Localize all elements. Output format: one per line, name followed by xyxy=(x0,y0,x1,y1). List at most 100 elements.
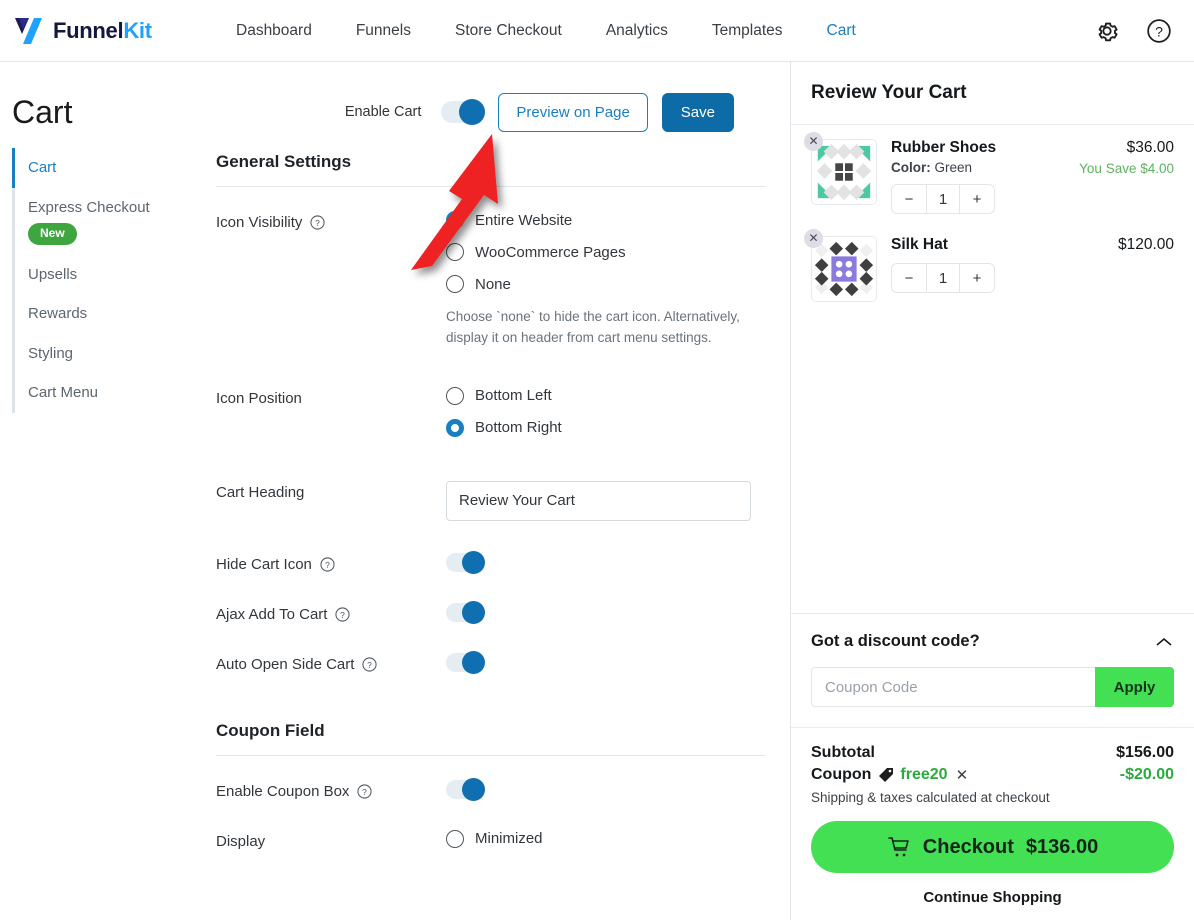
page-title: Cart xyxy=(12,94,72,131)
settings-sidebar: Cart Express Checkout New Upsells Reward… xyxy=(12,140,204,888)
cart-item: ✕ xyxy=(811,139,1174,214)
help-icon[interactable]: ? xyxy=(335,607,350,622)
coupon-discount-value: -$20.00 xyxy=(1120,766,1174,784)
discount-header[interactable]: Got a discount code? xyxy=(811,632,1174,651)
cart-preview-panel: Review Your Cart ✕ xyxy=(790,62,1194,920)
save-button[interactable]: Save xyxy=(662,93,734,132)
coupon-code-applied: free20 xyxy=(900,766,947,784)
nav-item-store-checkout[interactable]: Store Checkout xyxy=(455,16,562,46)
product-placeholder-green-icon xyxy=(811,139,877,205)
enable-coupon-box-toggle[interactable] xyxy=(446,780,484,799)
subtotal-row: Subtotal $156.00 xyxy=(811,744,1174,762)
radio-bottom-right[interactable]: Bottom Right xyxy=(446,419,766,437)
remove-item-icon[interactable]: ✕ xyxy=(804,132,823,151)
row-ajax-add-to-cart: Ajax Add To Cart ? xyxy=(216,603,766,623)
hide-cart-icon-field xyxy=(446,553,766,572)
divider xyxy=(216,186,766,187)
sidebar-item-upsells[interactable]: Upsells xyxy=(12,255,204,295)
page-header-actions: Enable Cart Preview on Page Save xyxy=(345,93,734,132)
sidebar-item-express-checkout[interactable]: Express Checkout New xyxy=(12,188,204,255)
product-thumbnail-wrapper: ✕ xyxy=(811,139,877,214)
sidebar-item-rewards[interactable]: Rewards xyxy=(12,294,204,334)
settings-content: Cart Express Checkout New Upsells Reward… xyxy=(0,140,790,888)
product-name[interactable]: Rubber Shoes xyxy=(891,139,1065,157)
toggle-knob xyxy=(462,778,485,801)
chevron-up-icon[interactable] xyxy=(1154,636,1174,648)
cart-item-pricing: $120.00 xyxy=(1118,236,1174,302)
svg-text:?: ? xyxy=(325,560,330,570)
remove-item-icon[interactable]: ✕ xyxy=(804,229,823,248)
enable-coupon-box-label-group: Enable Coupon Box ? xyxy=(216,780,446,800)
question-mark-circle-icon[interactable]: ? xyxy=(1146,18,1172,44)
quantity-decrement-button[interactable]: − xyxy=(892,185,926,213)
indicator-bar xyxy=(12,188,15,255)
quantity-value[interactable]: 1 xyxy=(926,264,960,292)
radio-label: Bottom Left xyxy=(475,387,552,404)
help-icon[interactable]: ? xyxy=(357,784,372,799)
quantity-increment-button[interactable]: + xyxy=(960,264,994,292)
product-name[interactable]: Silk Hat xyxy=(891,236,1104,254)
coupon-field-title: Coupon Field xyxy=(216,699,766,755)
toggle-knob xyxy=(462,551,485,574)
help-icon[interactable]: ? xyxy=(310,215,325,230)
sidebar-item-cart-menu[interactable]: Cart Menu xyxy=(12,373,204,413)
auto-open-side-cart-toggle[interactable] xyxy=(446,653,484,672)
funnelkit-logo-icon xyxy=(14,16,48,46)
icon-position-label: Icon Position xyxy=(216,387,446,407)
sidebar-item-label: Rewards xyxy=(28,305,87,322)
hide-cart-icon-label-group: Hide Cart Icon ? xyxy=(216,553,446,573)
settings-form: General Settings Icon Visibility ? xyxy=(204,140,790,888)
apply-coupon-button[interactable]: Apply xyxy=(1095,667,1174,707)
continue-shopping-link[interactable]: Continue Shopping xyxy=(811,889,1174,906)
help-icon[interactable]: ? xyxy=(362,657,377,672)
new-badge: New xyxy=(28,223,77,245)
radio-woocommerce-pages[interactable]: WooCommerce Pages xyxy=(446,243,766,261)
remove-coupon-icon[interactable]: ✕ xyxy=(956,766,969,784)
hide-cart-icon-toggle[interactable] xyxy=(446,553,484,572)
icon-visibility-label-group: Icon Visibility ? xyxy=(216,211,446,231)
divider xyxy=(216,755,766,756)
toggle-knob xyxy=(462,601,485,624)
checkout-label: Checkout xyxy=(923,836,1014,859)
cart-heading-input[interactable] xyxy=(446,481,751,521)
preview-on-page-button[interactable]: Preview on Page xyxy=(498,93,647,132)
svg-text:?: ? xyxy=(1155,23,1163,39)
radio-indicator xyxy=(446,275,464,293)
brand-name-part2: Kit xyxy=(123,18,151,43)
coupon-code-input[interactable] xyxy=(811,667,1095,707)
radio-bottom-left[interactable]: Bottom Left xyxy=(446,387,766,405)
nav-item-funnels[interactable]: Funnels xyxy=(356,16,411,46)
ajax-add-to-cart-toggle[interactable] xyxy=(446,603,484,622)
radio-none[interactable]: None xyxy=(446,275,766,293)
quantity-value[interactable]: 1 xyxy=(926,185,960,213)
help-icon[interactable]: ? xyxy=(320,557,335,572)
sidebar-item-cart[interactable]: Cart xyxy=(12,148,204,188)
sidebar-item-label: Upsells xyxy=(28,266,77,283)
sidebar-item-label: Cart xyxy=(28,159,56,176)
radio-label: Entire Website xyxy=(475,212,572,229)
ajax-add-to-cart-field xyxy=(446,603,766,622)
gear-icon[interactable] xyxy=(1094,18,1120,44)
radio-entire-website[interactable]: Entire Website xyxy=(446,211,766,229)
nav-item-templates[interactable]: Templates xyxy=(712,16,783,46)
settings-pane: Cart Enable Cart Preview on Page Save Ca… xyxy=(0,62,790,920)
toggle-knob xyxy=(462,651,485,674)
shipping-note: Shipping & taxes calculated at checkout xyxy=(811,790,1174,805)
radio-minimized[interactable]: Minimized xyxy=(446,830,766,848)
icon-visibility-label: Icon Visibility xyxy=(216,214,302,231)
quantity-increment-button[interactable]: + xyxy=(960,185,994,213)
nav-item-dashboard[interactable]: Dashboard xyxy=(236,16,312,46)
enable-cart-toggle[interactable] xyxy=(441,101,484,123)
checkout-button[interactable]: Checkout $136.00 xyxy=(811,821,1174,873)
brand-logo[interactable]: FunnelKit xyxy=(14,16,204,46)
svg-text:?: ? xyxy=(316,218,321,228)
sidebar-item-styling[interactable]: Styling xyxy=(12,334,204,374)
nav-item-cart[interactable]: Cart xyxy=(827,16,856,46)
radio-indicator xyxy=(446,387,464,405)
row-icon-position: Icon Position Bottom Left Bottom Right xyxy=(216,387,766,451)
main-nav: Dashboard Funnels Store Checkout Analyti… xyxy=(236,16,856,46)
coupon-entry-row: Apply xyxy=(811,667,1174,707)
quantity-decrement-button[interactable]: − xyxy=(892,264,926,292)
nav-item-analytics[interactable]: Analytics xyxy=(606,16,668,46)
product-savings: You Save $4.00 xyxy=(1079,161,1174,176)
